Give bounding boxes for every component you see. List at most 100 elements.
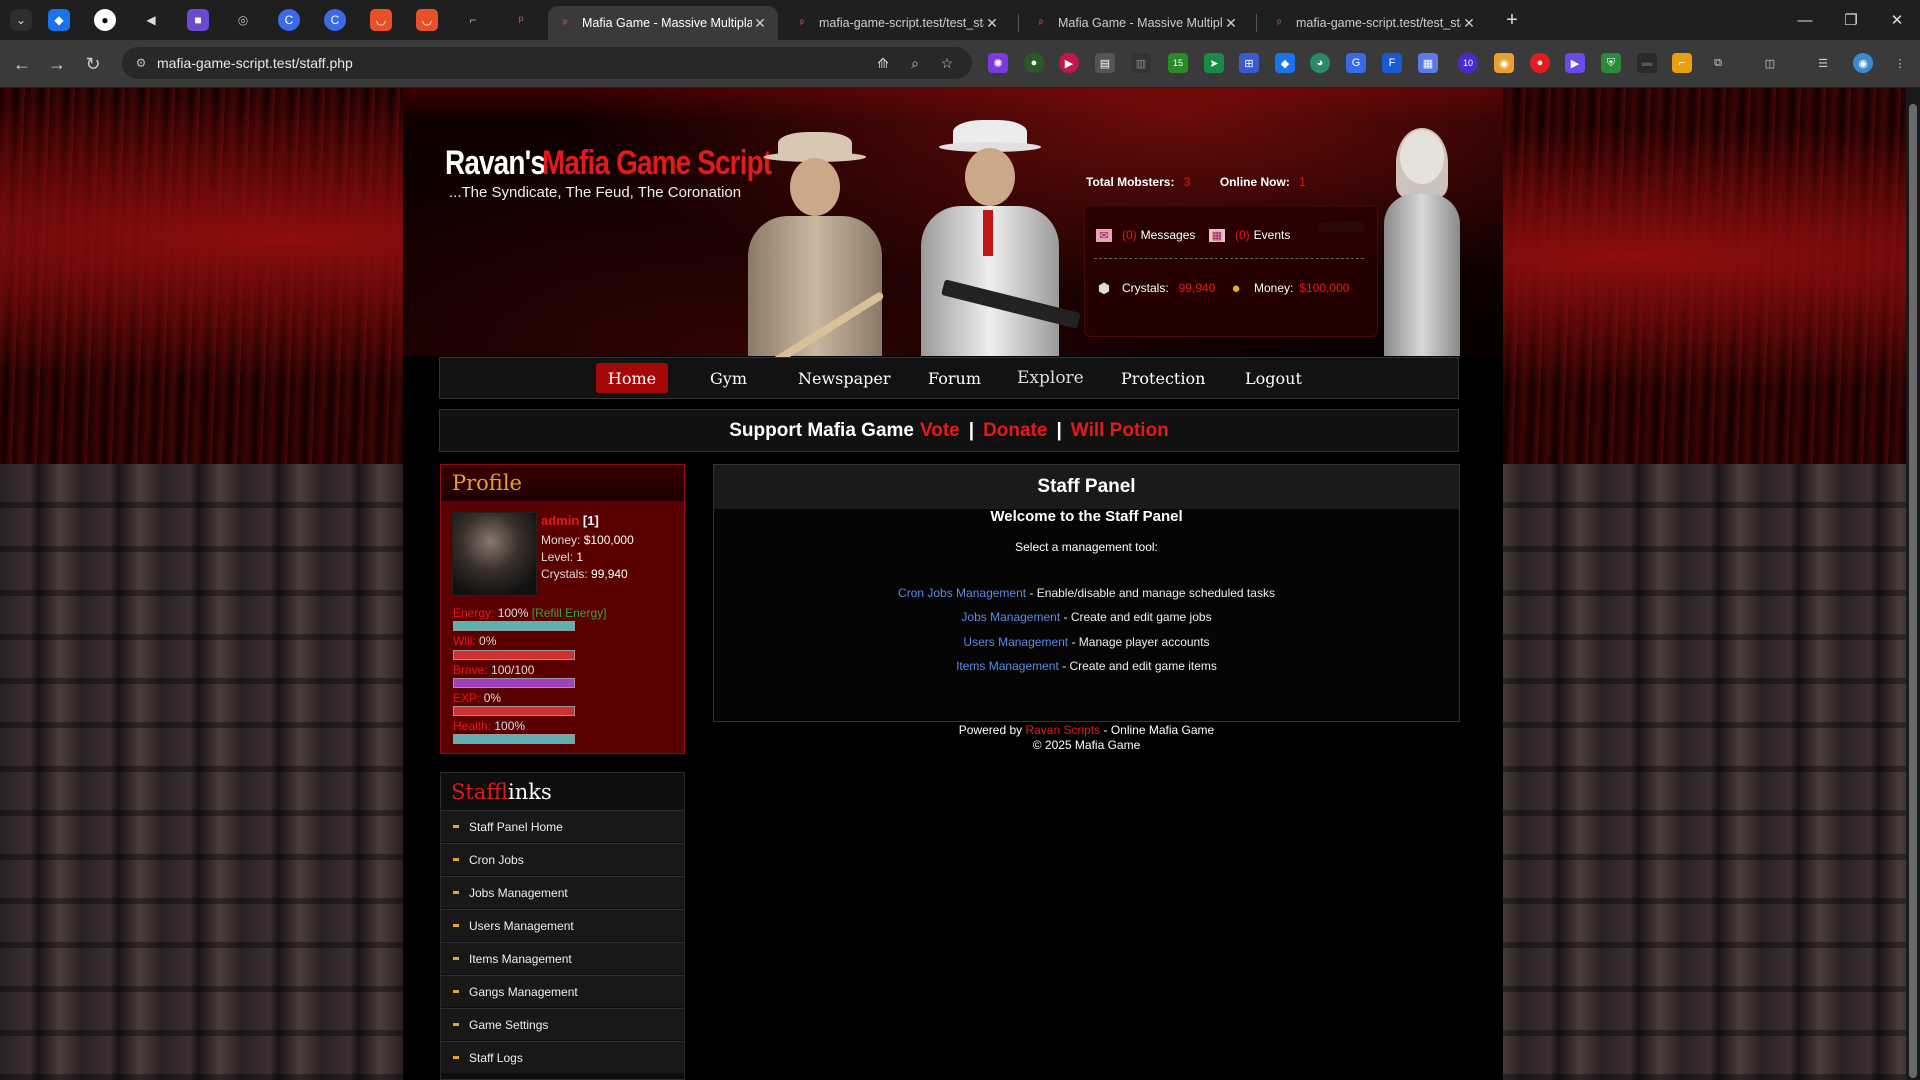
envelope-icon: ✉ [1096, 228, 1112, 242]
extension-8-icon[interactable]: ⊞ [1239, 53, 1259, 73]
staff-link-item[interactable]: Staff Logs [441, 1041, 684, 1073]
staff-link-item[interactable]: Items Management [441, 942, 684, 974]
speaker-icon[interactable]: ◀ [140, 9, 162, 31]
extension-11-icon[interactable]: G [1346, 53, 1366, 73]
energy-value: 100% [497, 606, 529, 620]
staff-link-label[interactable]: Staff Panel Home [469, 820, 563, 834]
extension-15-icon[interactable]: ◉ [1494, 53, 1514, 73]
staff-link-item[interactable]: Gangs Management [441, 975, 684, 1007]
globe-icon[interactable]: ◎ [232, 9, 254, 31]
nav-explore[interactable]: Explore [1017, 357, 1084, 399]
tab-2[interactable]: ᵖ mafia-game-script.test/test_sta ✕ [785, 6, 1010, 40]
extension-13-icon[interactable]: ▦ [1418, 53, 1438, 73]
zoom-icon[interactable]: ⌕ [905, 53, 925, 73]
extension-5-icon[interactable]: ▥ [1131, 53, 1151, 73]
pinned-tab-1-icon[interactable]: ◆ [48, 9, 70, 31]
profile-name[interactable]: admin [1] [541, 513, 599, 528]
page-scrollbar-thumb[interactable] [1909, 104, 1917, 1078]
back-icon[interactable]: ← [8, 50, 36, 78]
staff-link-label[interactable]: Staff Logs [469, 1051, 523, 1065]
close-tab-icon[interactable]: ✕ [752, 15, 768, 32]
close-window-icon[interactable]: ✕ [1877, 8, 1917, 32]
close-tab-icon[interactable]: ✕ [984, 15, 1000, 32]
pinned-tab-6-icon[interactable]: C [278, 9, 300, 31]
nav-gym[interactable]: Gym [710, 357, 747, 399]
extension-7-icon[interactable]: ➤ [1204, 53, 1224, 73]
profile-avatar-icon[interactable]: ◉ [1853, 53, 1873, 73]
staff-link-label[interactable]: Gangs Management [469, 985, 578, 999]
menu-kebab-icon[interactable]: ⋮ [1890, 53, 1910, 73]
management-tool-link[interactable]: Users Management [963, 635, 1068, 649]
pinned-tab-7-icon[interactable]: C [324, 9, 346, 31]
management-tool-link[interactable]: Jobs Management [961, 610, 1060, 624]
tab-search-icon[interactable]: ⌄ [10, 9, 32, 31]
staff-link-item[interactable]: Users Management [441, 909, 684, 941]
screenshot-icon[interactable]: ◫ [1760, 53, 1780, 73]
vote-link[interactable]: Vote [920, 420, 960, 442]
staff-link-label[interactable]: Items Management [469, 952, 572, 966]
staff-link-label[interactable]: Jobs Management [469, 886, 568, 900]
ravan-scripts-link[interactable]: Ravan Scripts [1025, 723, 1100, 737]
will-potion-link[interactable]: Will Potion [1071, 420, 1169, 442]
staff-link-label[interactable]: Cron Jobs [469, 853, 524, 867]
extensions-puzzle-icon[interactable]: ⧉ [1708, 53, 1728, 73]
bookmark-star-icon[interactable]: ☆ [937, 53, 957, 73]
extension-6-icon[interactable]: 15 [1168, 53, 1188, 73]
tab-1[interactable]: ᵖ Mafia Game - Massive Multiplay ✕ [548, 6, 778, 40]
pinned-tab-9-icon[interactable]: ◡ [416, 9, 438, 31]
pinned-tab-4-icon[interactable]: ■ [187, 9, 209, 31]
pinned-tab-8-icon[interactable]: ◡ [370, 9, 392, 31]
extension-19-icon[interactable]: ▬ [1637, 53, 1657, 73]
staff-link-item[interactable]: Staff Panel Home [441, 810, 684, 842]
crystal-icon: ⬢ [1097, 279, 1111, 296]
reload-icon[interactable]: ↻ [79, 50, 107, 78]
extension-16-icon[interactable]: ● [1530, 53, 1550, 73]
close-tab-icon[interactable]: ✕ [1461, 15, 1477, 32]
site-info-icon[interactable]: ⚙ [133, 55, 149, 71]
extension-10-icon[interactable]: ◕ [1310, 53, 1330, 73]
extension-12-icon[interactable]: F [1382, 53, 1402, 73]
tab-4[interactable]: ᵖ mafia-game-script.test/test_sta ✕ [1262, 6, 1487, 40]
tab-3[interactable]: ᵖ Mafia Game - Massive Multiplay ✕ [1024, 6, 1249, 40]
extension-20-icon[interactable]: ⌐ [1672, 53, 1692, 73]
refill-energy-link[interactable]: [Refill Energy] [532, 606, 607, 620]
staff-link-item[interactable]: Cron Jobs [441, 843, 684, 875]
extension-17-icon[interactable]: ▶ [1565, 53, 1585, 73]
avatar[interactable] [452, 512, 537, 596]
extension-4-icon[interactable]: ▤ [1095, 53, 1115, 73]
extension-2-icon[interactable]: ● [1024, 53, 1044, 73]
events-link[interactable]: ▦ (0) Events [1209, 228, 1290, 242]
nav-forum[interactable]: Forum [928, 357, 981, 399]
messages-link[interactable]: ✉ (0) Messages [1096, 228, 1195, 242]
staff-link-label[interactable]: Users Management [469, 919, 574, 933]
translate-icon[interactable]: ⟰ [873, 53, 893, 73]
close-tab-icon[interactable]: ✕ [1223, 15, 1239, 32]
extension-9-icon[interactable]: ◆ [1275, 53, 1295, 73]
donate-link[interactable]: Donate [983, 420, 1047, 442]
extension-1-icon[interactable]: ✺ [988, 53, 1008, 73]
staff-link-item[interactable]: Game Settings [441, 1008, 684, 1040]
github-icon[interactable]: ● [94, 9, 116, 31]
nav-logout[interactable]: Logout [1245, 357, 1302, 399]
extension-3-icon[interactable]: ▶ [1059, 53, 1079, 73]
pinned-tab-10-icon[interactable]: ⌐ [462, 9, 484, 31]
profile-username[interactable]: admin [541, 513, 579, 528]
nav-home[interactable]: Home [596, 363, 668, 393]
powered-by-label: Powered by [958, 723, 1023, 737]
pinned-tab-11-icon[interactable]: ᵖ [510, 9, 532, 31]
reading-list-icon[interactable]: ☰ [1813, 53, 1833, 73]
url-text[interactable]: mafia-game-script.test/staff.php [157, 55, 353, 71]
new-tab-icon[interactable]: + [1500, 8, 1524, 32]
forward-icon[interactable]: → [43, 50, 71, 78]
restore-icon[interactable]: ❐ [1831, 8, 1871, 32]
shield-icon[interactable]: ⛨ [1601, 53, 1621, 73]
support-separator: | [1056, 419, 1062, 441]
extension-14-icon[interactable]: 10 [1458, 53, 1478, 73]
minimize-icon[interactable]: — [1785, 8, 1825, 32]
staff-link-item[interactable]: Jobs Management [441, 876, 684, 908]
management-tool-link[interactable]: Items Management [956, 659, 1059, 673]
nav-newspaper[interactable]: Newspaper [798, 357, 891, 399]
management-tool-link[interactable]: Cron Jobs Management [898, 586, 1026, 600]
staff-link-label[interactable]: Game Settings [469, 1018, 548, 1032]
nav-protection[interactable]: Protection [1121, 357, 1205, 399]
